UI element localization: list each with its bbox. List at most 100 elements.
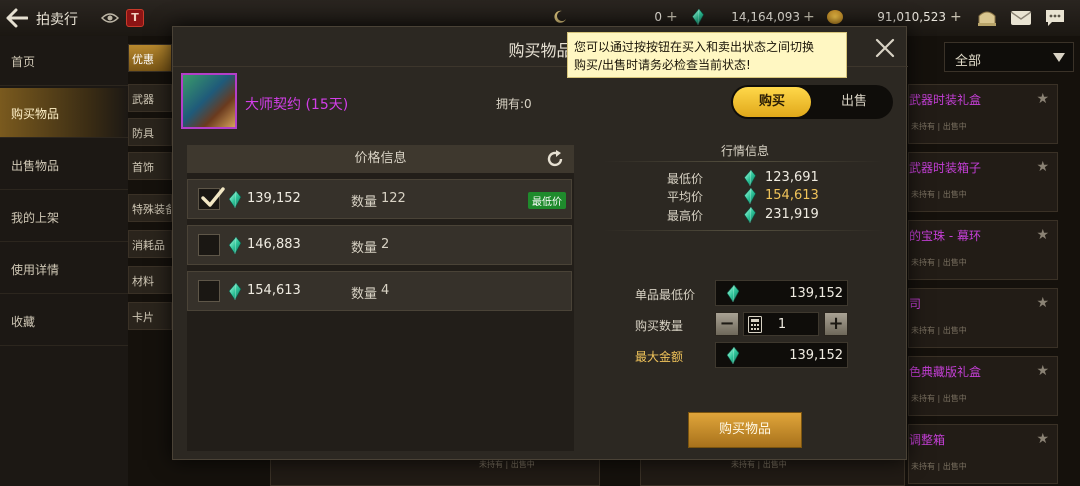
check-icon xyxy=(201,187,225,207)
eye-icon[interactable] xyxy=(101,10,119,26)
category-dropdown[interactable]: 全部 xyxy=(944,42,1074,72)
table-row[interactable]: 146,883 数量 2 xyxy=(187,225,572,265)
add-currency-3-button[interactable]: + xyxy=(950,9,962,25)
avg-price-value: 154,613 xyxy=(765,188,819,203)
list-item[interactable]: 武器时装箱子 未持有 | 出售中 ★ xyxy=(908,152,1058,212)
list-item-status: 未持有 | 出售中 xyxy=(911,122,967,131)
gem-icon xyxy=(229,191,241,208)
list-item[interactable]: 司 未持有 | 出售中 ★ xyxy=(908,288,1058,348)
mail-icon[interactable] xyxy=(1010,8,1032,28)
sub-item-weapon[interactable]: 武器 xyxy=(128,84,172,112)
nav-item-usage[interactable]: 使用详情 xyxy=(0,244,128,294)
gold-coin-icon xyxy=(827,10,843,24)
list-item-name: 调整箱 xyxy=(909,433,946,447)
gem-icon xyxy=(744,188,756,204)
owned-count: 拥有:0 xyxy=(496,97,532,111)
increase-quantity-button[interactable]: + xyxy=(824,312,848,336)
listing-quantity: 4 xyxy=(381,283,390,298)
moon-icon xyxy=(554,10,566,23)
table-row[interactable]: 139,152 数量 122 最低价 xyxy=(187,179,572,219)
storage-icon[interactable] xyxy=(976,8,998,28)
sub-item-special[interactable]: 特殊装备 xyxy=(128,194,172,222)
buy-item-button[interactable]: 购买物品 xyxy=(688,412,802,448)
total-field: 139,152 xyxy=(715,342,848,368)
listing-checkbox[interactable] xyxy=(198,234,220,256)
lowest-price-badge: 最低价 xyxy=(528,192,566,209)
tooltip-line-2: 购买/出售时请务必检查当前状态! xyxy=(574,58,751,72)
list-item-name: 色典藏版礼盒 xyxy=(909,365,982,379)
listing-checkbox[interactable] xyxy=(198,280,220,302)
quantity-stepper[interactable]: 1 xyxy=(743,312,819,336)
sub-item-card[interactable]: 卡片 xyxy=(128,302,172,330)
nav-item-buy[interactable]: 购买物品 xyxy=(0,88,128,138)
table-row[interactable]: 154,613 数量 4 xyxy=(187,271,572,311)
unit-price-field: 139,152 xyxy=(715,280,848,306)
page-title: 拍卖行 xyxy=(36,12,78,28)
list-item[interactable]: 调整箱 未持有 | 出售中 ★ xyxy=(908,424,1058,484)
list-item-status: 未持有 | 出售中 xyxy=(911,326,967,335)
close-icon[interactable] xyxy=(874,37,896,59)
total-label: 最大金额 xyxy=(635,350,684,364)
add-currency-2-button[interactable]: + xyxy=(803,9,815,25)
left-nav: 首页 购买物品 出售物品 我的上架 使用详情 收藏 xyxy=(0,36,128,486)
chevron-down-icon xyxy=(1053,53,1065,62)
list-item-name: 武器时装箱子 xyxy=(909,161,982,175)
sub-item-armor[interactable]: 防具 xyxy=(128,118,172,146)
quantity-label: 数量 xyxy=(351,195,378,210)
sub-item-material[interactable]: 材料 xyxy=(128,266,172,294)
currency-2-value: 14,164,093 xyxy=(731,10,800,24)
tooltip: 您可以通过按按钮在买入和卖出状态之间切换 购买/出售时请务必检查当前状态! xyxy=(567,32,847,78)
red-badge-icon[interactable]: T xyxy=(126,9,144,27)
decrease-quantity-button[interactable]: − xyxy=(715,312,739,336)
item-name: 大师契约 (15天) xyxy=(245,97,349,113)
listing-quantity: 122 xyxy=(381,191,406,206)
listing-price: 139,152 xyxy=(247,191,301,206)
divider xyxy=(603,230,883,231)
nav-item-favorites[interactable]: 收藏 xyxy=(0,296,128,346)
buy-item-dialog: 购买物品 大师契约 (15天) 拥有:0 购买 出售 您可以通过按按钮在买入和卖… xyxy=(172,26,908,460)
toggle-buy-button[interactable]: 购买 xyxy=(733,87,811,117)
quantity-field-label: 购买数量 xyxy=(635,319,684,333)
sub-item-discount[interactable]: 优惠 xyxy=(128,44,172,72)
star-icon[interactable]: ★ xyxy=(1036,159,1049,175)
chat-icon[interactable] xyxy=(1044,8,1066,28)
max-price-value: 231,919 xyxy=(765,207,819,222)
list-item[interactable]: 的宝珠 - 幕环 未持有 | 出售中 ★ xyxy=(908,220,1058,280)
back-arrow-icon[interactable] xyxy=(6,8,28,28)
list-item[interactable]: 色典藏版礼盒 未持有 | 出售中 ★ xyxy=(908,356,1058,416)
star-icon[interactable]: ★ xyxy=(1036,91,1049,107)
gem-icon xyxy=(744,207,756,223)
star-icon[interactable]: ★ xyxy=(1036,363,1049,379)
sub-item-accessory[interactable]: 首饰 xyxy=(128,152,172,180)
listing-checkbox[interactable] xyxy=(198,187,225,210)
star-icon[interactable]: ★ xyxy=(1036,431,1049,447)
nav-item-home[interactable]: 首页 xyxy=(0,36,128,86)
list-item-status: 未持有 | 出售中 xyxy=(911,462,967,471)
list-item-name: 司 xyxy=(909,297,922,311)
price-info-title: 价格信息 xyxy=(354,151,407,166)
list-item-status: 未持有 | 出售中 xyxy=(479,460,535,469)
star-icon[interactable]: ★ xyxy=(1036,227,1049,243)
gem-icon xyxy=(692,9,704,25)
listing-quantity: 2 xyxy=(381,237,390,252)
gem-icon xyxy=(727,347,739,364)
star-icon[interactable]: ★ xyxy=(1036,295,1049,311)
nav-item-my-listings[interactable]: 我的上架 xyxy=(0,192,128,242)
buy-sell-toggle[interactable]: 购买 出售 xyxy=(731,85,893,119)
list-item-status: 未持有 | 出售中 xyxy=(911,394,967,403)
dropdown-value: 全部 xyxy=(955,54,982,69)
refresh-icon[interactable] xyxy=(545,149,565,169)
nav-item-sell[interactable]: 出售物品 xyxy=(0,140,128,190)
quantity-value: 1 xyxy=(777,317,787,332)
unit-price-label: 单品最低价 xyxy=(635,288,696,302)
add-currency-1-button[interactable]: + xyxy=(666,9,678,25)
currency-1-value: 0 xyxy=(654,10,662,24)
toggle-sell-button[interactable]: 出售 xyxy=(817,87,891,117)
item-thumbnail[interactable] xyxy=(181,73,237,129)
list-item-status: 未持有 | 出售中 xyxy=(911,258,967,267)
price-info-panel: 价格信息 139,152 数量 122 最低价 146,883 数量 2 154… xyxy=(187,145,574,451)
gem-icon xyxy=(744,170,756,186)
sub-item-consumable[interactable]: 消耗品 xyxy=(128,230,172,258)
list-item[interactable]: 武器时装礼盒 未持有 | 出售中 ★ xyxy=(908,84,1058,144)
list-item-name: 武器时装礼盒 xyxy=(909,93,982,107)
